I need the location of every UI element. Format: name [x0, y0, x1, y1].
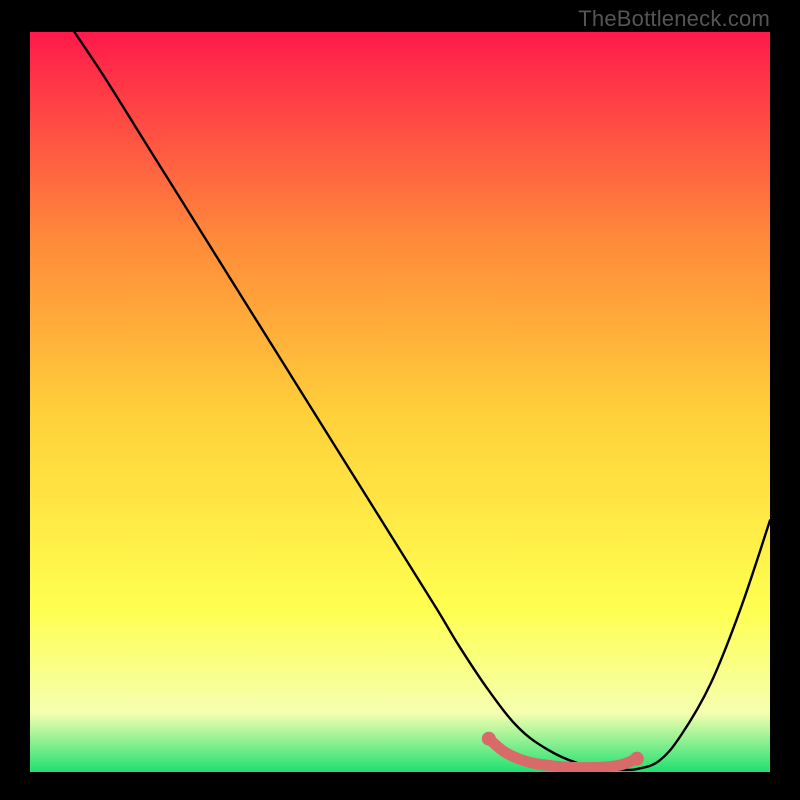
heatmap-background [30, 32, 770, 772]
plot-frame [30, 32, 770, 772]
gradient-rect [30, 32, 770, 772]
watermark-text: TheBottleneck.com [578, 6, 770, 32]
